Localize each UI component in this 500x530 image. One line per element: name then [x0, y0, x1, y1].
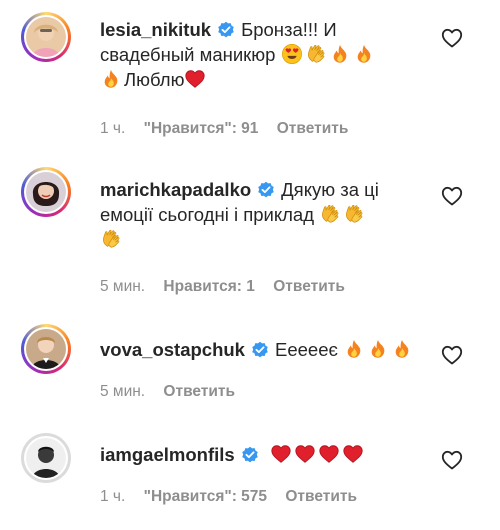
- comment-username[interactable]: lesia_nikituk: [100, 19, 211, 40]
- fire-emoji: [343, 338, 365, 360]
- clapping-hands-emoji: [319, 203, 341, 225]
- comment-time[interactable]: 5 мин.: [100, 383, 145, 400]
- fire-emoji: [100, 68, 122, 90]
- comment-username[interactable]: iamgaelmonfils: [100, 444, 235, 465]
- red-heart-emoji: [342, 443, 364, 465]
- red-heart-emoji: [318, 443, 340, 465]
- comment-body: lesia_nikituk Бронза!!! И свадебный маник…: [100, 17, 430, 92]
- avatar[interactable]: [21, 12, 71, 62]
- avatar[interactable]: [21, 433, 71, 483]
- clapping-hands-emoji: [305, 43, 327, 65]
- comment-text: Люблю: [124, 69, 185, 90]
- reply-button[interactable]: Ответить: [273, 278, 345, 295]
- clapping-hands-emoji: [100, 228, 122, 250]
- reply-button[interactable]: Ответить: [285, 488, 357, 505]
- comment-time[interactable]: 1 ч.: [100, 120, 125, 137]
- like-heart-icon[interactable]: [440, 184, 464, 208]
- verified-badge-icon: [217, 21, 235, 39]
- avatar[interactable]: [21, 167, 71, 217]
- fire-emoji: [391, 338, 413, 360]
- like-heart-icon[interactable]: [440, 26, 464, 50]
- red-heart-emoji: [294, 443, 316, 465]
- heart-eyes-emoji: [281, 43, 303, 65]
- verified-badge-icon: [251, 341, 269, 359]
- comment-meta: 1 ч. "Нравится": 575 Ответить: [100, 488, 371, 506]
- comment-username[interactable]: marichkapadalko: [100, 179, 251, 200]
- comment-body: marichkapadalko Дякую за ці емоції сьогод…: [100, 177, 430, 252]
- comments-list: lesia_nikituk Бронза!!! И свадебный маник…: [0, 0, 500, 530]
- comment-likes-count[interactable]: "Нравится": 575: [144, 488, 267, 505]
- avatar[interactable]: [21, 324, 71, 374]
- comment-body: iamgaelmonfils: [100, 442, 430, 467]
- like-heart-icon[interactable]: [440, 343, 464, 367]
- red-heart-emoji: [184, 68, 206, 90]
- clapping-hands-emoji: [343, 203, 365, 225]
- comment-likes-count[interactable]: Нравится: 1: [163, 278, 254, 295]
- comment-meta: 1 ч. "Нравится": 91 Ответить: [100, 120, 362, 138]
- reply-button[interactable]: Ответить: [163, 383, 235, 400]
- comment-likes-count[interactable]: "Нравится": 91: [144, 120, 259, 137]
- like-heart-icon[interactable]: [440, 448, 464, 472]
- red-heart-emoji: [270, 443, 292, 465]
- comment-meta: 5 мин. Ответить: [100, 383, 249, 401]
- fire-emoji: [367, 338, 389, 360]
- comment-text: Еееееє: [274, 339, 338, 360]
- fire-emoji: [329, 43, 351, 65]
- fire-emoji: [353, 43, 375, 65]
- comment-body: vova_ostapchuk Еееееє: [100, 337, 430, 362]
- comment-meta: 5 мин. Нравится: 1 Ответить: [100, 278, 359, 296]
- comment-time[interactable]: 1 ч.: [100, 488, 125, 505]
- verified-badge-icon: [257, 181, 275, 199]
- comment-username[interactable]: vova_ostapchuk: [100, 339, 245, 360]
- verified-badge-icon: [241, 446, 259, 464]
- reply-button[interactable]: Ответить: [277, 120, 349, 137]
- comment-time[interactable]: 5 мин.: [100, 278, 145, 295]
